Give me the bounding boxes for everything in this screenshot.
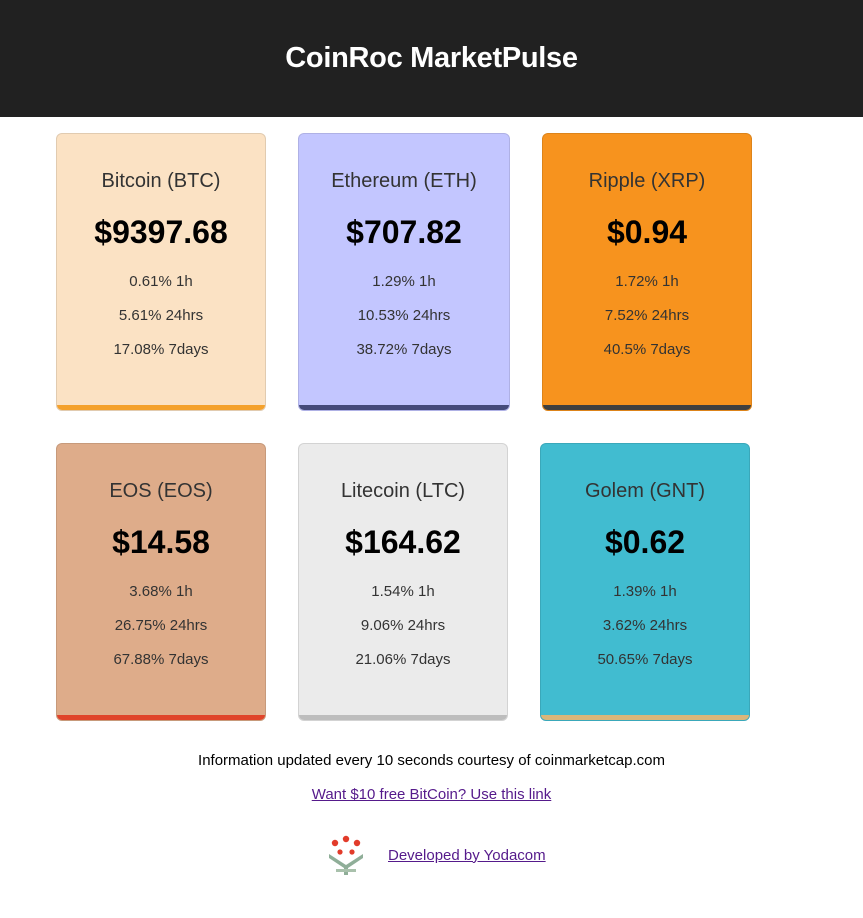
card-accent-bar bbox=[299, 715, 507, 720]
change-1h: 0.61% 1h bbox=[129, 273, 193, 290]
card-accent-bar bbox=[543, 405, 751, 410]
coin-price: $14.58 bbox=[112, 524, 210, 560]
change-7d: 50.65% 7days bbox=[597, 651, 693, 668]
card-accent-bar bbox=[541, 715, 749, 720]
coin-price: $164.62 bbox=[345, 524, 461, 560]
free-bitcoin-link-row: Want $10 free BitCoin? Use this link bbox=[0, 786, 863, 803]
coin-price: $9397.68 bbox=[94, 214, 228, 250]
card-accent-bar bbox=[57, 715, 265, 720]
coin-card-btc: Bitcoin (BTC) $9397.68 0.61% 1h 5.61% 24… bbox=[56, 133, 266, 411]
change-7d: 40.5% 7days bbox=[603, 341, 691, 358]
coin-name: Ethereum (ETH) bbox=[331, 170, 477, 192]
page-title: CoinRoc MarketPulse bbox=[285, 42, 578, 74]
coin-price: $0.94 bbox=[606, 214, 688, 250]
developed-by-link[interactable]: Developed by Yodacom bbox=[388, 847, 546, 864]
coin-card-eos: EOS (EOS) $14.58 3.68% 1h 26.75% 24hrs 6… bbox=[56, 443, 266, 721]
change-1h: 1.72% 1h bbox=[615, 273, 679, 290]
coin-price: $0.62 bbox=[604, 524, 686, 560]
coin-card-eth: Ethereum (ETH) $707.82 1.29% 1h 10.53% 2… bbox=[298, 133, 510, 411]
change-7d: 17.08% 7days bbox=[113, 341, 209, 358]
coin-price: $707.82 bbox=[346, 214, 462, 250]
coin-card-xrp: Ripple (XRP) $0.94 1.72% 1h 7.52% 24hrs … bbox=[542, 133, 752, 411]
change-1h: 1.54% 1h bbox=[371, 583, 435, 600]
change-24h: 5.61% 24hrs bbox=[118, 307, 204, 324]
change-7d: 38.72% 7days bbox=[356, 341, 452, 358]
change-24h: 10.53% 24hrs bbox=[357, 307, 451, 324]
coin-name: Golem (GNT) bbox=[585, 480, 705, 502]
update-info-text: Information updated every 10 seconds cou… bbox=[198, 752, 665, 769]
change-24h: 7.52% 24hrs bbox=[604, 307, 690, 324]
change-1h: 3.68% 1h bbox=[129, 583, 193, 600]
change-7d: 21.06% 7days bbox=[355, 651, 451, 668]
coin-card-ltc: Litecoin (LTC) $164.62 1.54% 1h 9.06% 24… bbox=[298, 443, 508, 721]
change-24h: 9.06% 24hrs bbox=[360, 617, 446, 634]
free-bitcoin-link[interactable]: Want $10 free BitCoin? Use this link bbox=[312, 786, 552, 803]
card-accent-bar bbox=[299, 405, 509, 410]
yodacom-logo-icon bbox=[329, 835, 363, 875]
change-7d: 67.88% 7days bbox=[113, 651, 209, 668]
page-header: CoinRoc MarketPulse bbox=[0, 0, 863, 117]
change-24h: 26.75% 24hrs bbox=[114, 617, 208, 634]
change-1h: 1.39% 1h bbox=[613, 583, 677, 600]
coin-card-gnt: Golem (GNT) $0.62 1.39% 1h 3.62% 24hrs 5… bbox=[540, 443, 750, 721]
coin-name: Bitcoin (BTC) bbox=[101, 170, 221, 192]
card-accent-bar bbox=[57, 405, 265, 410]
coin-name: Litecoin (LTC) bbox=[340, 480, 466, 502]
change-1h: 1.29% 1h bbox=[372, 273, 436, 290]
change-24h: 3.62% 24hrs bbox=[602, 617, 688, 634]
coin-name: Ripple (XRP) bbox=[588, 170, 706, 192]
coin-name: EOS (EOS) bbox=[109, 480, 213, 502]
developer-row: Developed by Yodacom bbox=[326, 834, 546, 876]
